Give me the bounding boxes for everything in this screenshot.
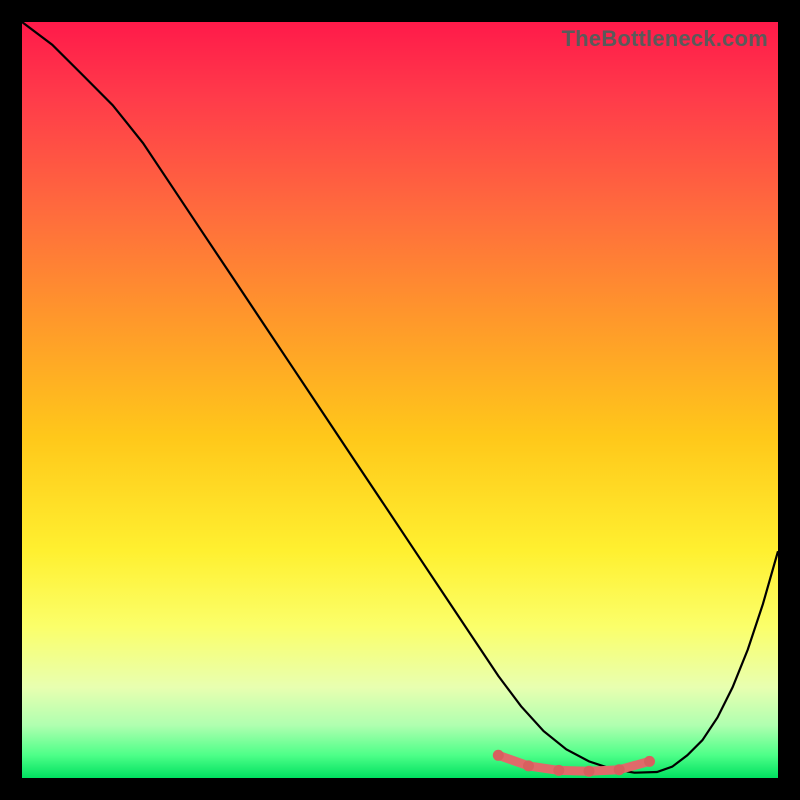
chart-frame: TheBottleneck.com <box>0 0 800 800</box>
highlight-dot <box>523 760 534 771</box>
highlight-dot <box>493 750 504 761</box>
main-curve <box>22 22 778 773</box>
highlight-segment <box>498 755 649 771</box>
highlight-dot <box>553 765 564 776</box>
highlight-dot <box>584 766 595 777</box>
plot-area: TheBottleneck.com <box>22 22 778 778</box>
highlight-dot <box>614 764 625 775</box>
highlight-dot <box>644 756 655 767</box>
curve-svg <box>22 22 778 778</box>
